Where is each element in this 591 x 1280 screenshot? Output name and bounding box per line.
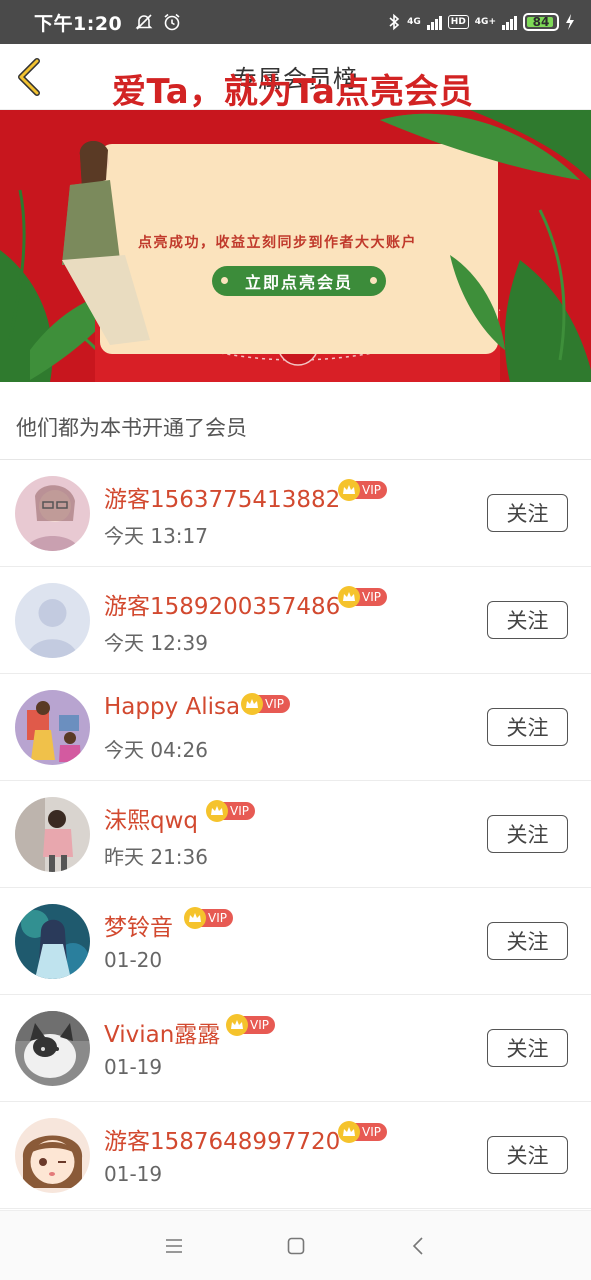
- hd-badge: HD: [447, 15, 469, 29]
- vip-badge: VIP: [184, 907, 233, 929]
- member-time: 01-20: [104, 948, 163, 972]
- member-name[interactable]: 梦铃音: [104, 908, 173, 942]
- member-row[interactable]: 游客1587648997720 VIP 01-19 关注: [0, 1102, 591, 1209]
- menu-icon: [165, 1238, 182, 1253]
- signal-icon-2: [502, 14, 517, 30]
- follow-button[interactable]: 关注: [487, 1029, 568, 1067]
- follow-button[interactable]: 关注: [487, 601, 568, 639]
- member-row[interactable]: Vivian露露 VIP 01-19 关注: [0, 995, 591, 1102]
- avatar[interactable]: [15, 1011, 90, 1086]
- member-row[interactable]: 沫熙qwq VIP 昨天 21:36 关注: [0, 781, 591, 888]
- status-bar: 下午1:20 4G HD 4G+ 84: [0, 0, 591, 44]
- avatar[interactable]: [15, 476, 90, 551]
- light-up-member-button[interactable]: 立即点亮会员: [212, 266, 386, 296]
- member-name[interactable]: 沫熙qwq: [104, 801, 198, 835]
- member-name[interactable]: Vivian露露: [104, 1015, 220, 1049]
- vip-badge: VIP: [338, 1121, 387, 1143]
- section-label: 他们都为本书开通了会员: [16, 416, 247, 440]
- vip-badge: VIP: [241, 693, 290, 715]
- avatar[interactable]: [15, 904, 90, 979]
- back-arrow-icon: [18, 58, 40, 96]
- member-time: 昨天 21:36: [104, 845, 208, 869]
- member-name[interactable]: 游客1587648997720: [104, 1122, 340, 1156]
- member-row[interactable]: 游客1563775413882 VIP 今天 13:17 关注: [0, 460, 591, 567]
- member-row[interactable]: 梦铃音 VIP 01-20 关注: [0, 888, 591, 995]
- network-label-2: 4G+: [474, 16, 496, 27]
- signal-icon-1: [426, 14, 442, 30]
- crown-icon: [241, 693, 263, 715]
- follow-button[interactable]: 关注: [487, 922, 568, 960]
- bell-muted-icon: [135, 14, 153, 30]
- member-name[interactable]: 游客1589200357486: [104, 587, 340, 621]
- crown-icon: [338, 586, 360, 608]
- avatar[interactable]: [15, 583, 90, 658]
- member-row[interactable]: 游客1589200357486 VIP 今天 12:39 关注: [0, 567, 591, 674]
- vip-badge: VIP: [206, 800, 255, 822]
- banner-title: 爱Ta，就为Ta点亮会员: [112, 72, 474, 112]
- member-time: 今天 13:17: [104, 524, 208, 548]
- menu-button[interactable]: [161, 1233, 187, 1259]
- member-time: 01-19: [104, 1162, 163, 1186]
- home-icon: [287, 1237, 304, 1254]
- bluetooth-icon: [389, 13, 400, 31]
- member-name[interactable]: Happy Alisa: [104, 694, 240, 720]
- follow-button[interactable]: 关注: [487, 494, 568, 532]
- charging-icon: [566, 14, 574, 30]
- follow-button[interactable]: 关注: [487, 1136, 568, 1174]
- network-label-1: 4G: [407, 16, 421, 27]
- battery-level: 84: [532, 15, 550, 29]
- member-row[interactable]: Happy Alisa VIP 今天 04:26 关注: [0, 674, 591, 781]
- follow-button[interactable]: 关注: [487, 708, 568, 746]
- battery-icon: 84: [523, 13, 559, 31]
- crown-icon: [206, 800, 228, 822]
- avatar[interactable]: [15, 690, 90, 765]
- home-button[interactable]: [283, 1233, 309, 1259]
- chevron-left-icon: [412, 1236, 423, 1255]
- member-time: 今天 12:39: [104, 631, 208, 655]
- back-button[interactable]: [10, 54, 50, 100]
- member-time: 今天 04:26: [104, 738, 208, 762]
- crown-icon: [338, 479, 360, 501]
- avatar[interactable]: [15, 797, 90, 872]
- vip-badge: VIP: [338, 586, 387, 608]
- crown-icon: [184, 907, 206, 929]
- vip-badge: VIP: [226, 1014, 275, 1036]
- banner-subtitle: 点亮成功，收益立刻同步到作者大大账户: [138, 235, 417, 251]
- system-nav-bar: [0, 1210, 591, 1280]
- back-nav-button[interactable]: [405, 1233, 431, 1259]
- vip-badge: VIP: [338, 479, 387, 501]
- crown-icon: [338, 1121, 360, 1143]
- avatar[interactable]: [15, 1118, 90, 1193]
- member-list: 游客1563775413882 VIP 今天 13:17 关注 游客158920…: [0, 460, 591, 1209]
- alarm-icon: [164, 13, 180, 31]
- member-time: 01-19: [104, 1055, 163, 1079]
- member-name[interactable]: 游客1563775413882: [104, 480, 340, 514]
- follow-button[interactable]: 关注: [487, 815, 568, 853]
- status-time: 下午1:20: [34, 12, 123, 35]
- crown-icon: [226, 1014, 248, 1036]
